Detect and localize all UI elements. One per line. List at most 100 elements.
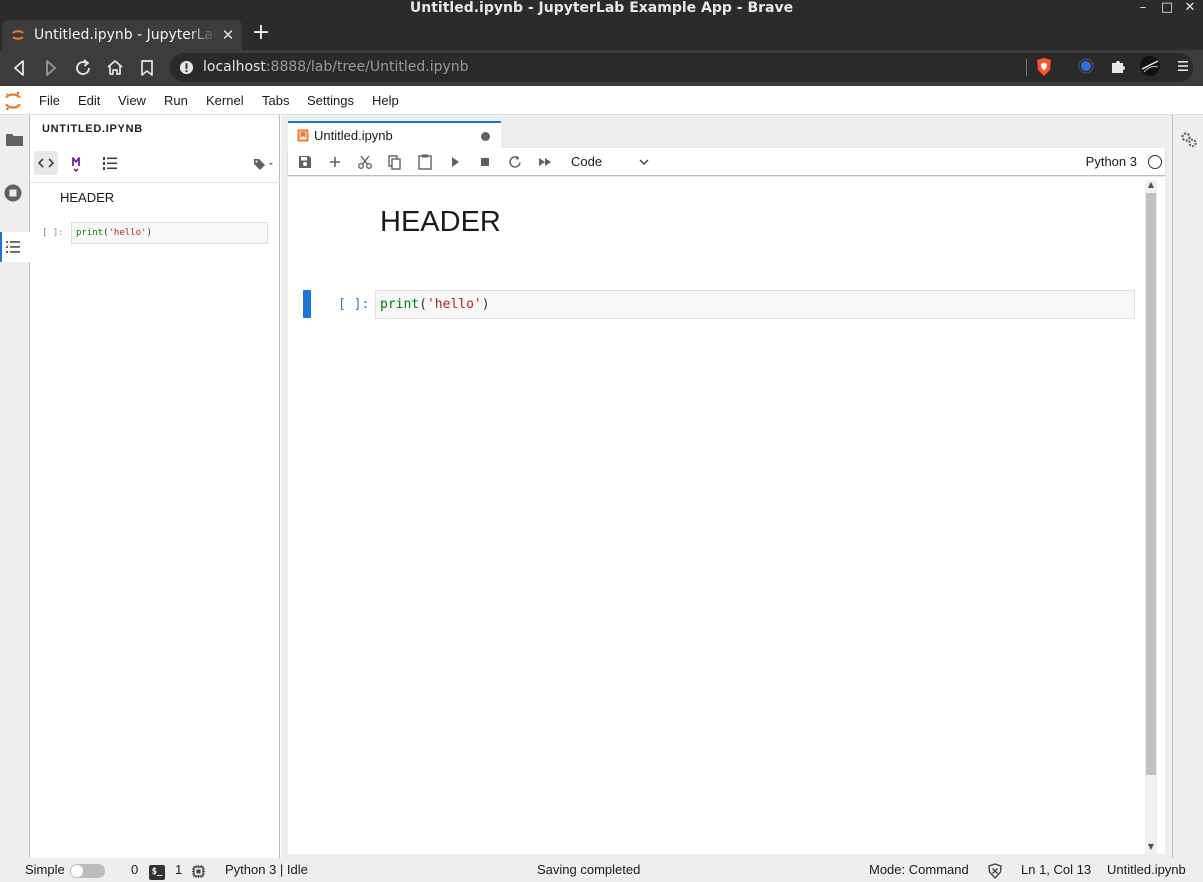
menu-view[interactable]: View: [118, 93, 146, 109]
code-cell-editor[interactable]: print('hello'): [375, 290, 1135, 319]
menu-run[interactable]: Run: [164, 93, 188, 109]
main-dock-area: Untitled.ipynb Code Python 3 HEADER []:…: [281, 115, 1172, 858]
running-sessions-tab[interactable]: [0, 179, 30, 209]
tag-icon: [254, 159, 273, 170]
trust-shield-icon[interactable]: [987, 863, 1003, 879]
profile-avatar[interactable]: [1139, 55, 1161, 77]
cell-type-dropdown[interactable]: Code: [571, 152, 651, 172]
menu-file[interactable]: File: [39, 93, 60, 109]
code-paren-open: (: [419, 297, 427, 312]
markdown-icon: [72, 157, 80, 173]
kernel-name[interactable]: Python 3: [1086, 154, 1137, 170]
reload-icon[interactable]: [71, 56, 95, 80]
fast-forward-icon[interactable]: [536, 153, 554, 171]
address-bar[interactable]: localhost:8888/lab/tree/Untitled.ipynb: [170, 53, 1193, 82]
close-window-button[interactable]: ✕: [1181, 0, 1199, 16]
scroll-down-icon[interactable]: ▼: [1147, 843, 1155, 851]
url-text[interactable]: localhost:8888/lab/tree/Untitled.ipynb: [203, 58, 469, 76]
site-info-icon[interactable]: [179, 60, 194, 75]
menu-tabs[interactable]: Tabs: [262, 93, 289, 109]
chevron-down-icon: [639, 159, 649, 165]
menu-settings[interactable]: Settings: [307, 93, 354, 109]
url-divider: [1026, 59, 1027, 76]
home-icon[interactable]: [103, 56, 127, 80]
kernel-status-text[interactable]: Python 3 | Idle: [225, 858, 308, 882]
toc-toolbar: [30, 145, 280, 183]
menu-help[interactable]: Help: [372, 93, 399, 109]
table-of-contents-tab[interactable]: [0, 232, 31, 262]
save-icon[interactable]: [296, 153, 314, 171]
active-cell-collapser[interactable]: [303, 290, 311, 318]
cell-type-value: Code: [571, 154, 603, 169]
copy-icon[interactable]: [386, 153, 404, 171]
table-of-contents-panel: UNTITLED.IPYNB HEADER []: print('hello'…: [30, 115, 280, 858]
left-activity-bar: [0, 115, 31, 858]
back-icon[interactable]: [7, 56, 31, 80]
browser-menu-icon[interactable]: [1173, 56, 1193, 76]
insert-cell-icon[interactable]: [326, 153, 344, 171]
window-titlebar: Untitled.ipynb - JupyterLab Example App …: [0, 0, 1203, 18]
kernel-count[interactable]: 1: [175, 858, 182, 882]
bookmark-icon[interactable]: [135, 56, 159, 80]
markdown-cell-heading[interactable]: HEADER: [380, 204, 501, 240]
file-browser-tab[interactable]: [0, 125, 30, 155]
url-path: :8888/lab/tree/Untitled.ipynb: [265, 59, 469, 75]
forward-icon[interactable]: [39, 56, 63, 80]
input-prompt: [ ]:: [338, 297, 370, 312]
menu-edit[interactable]: Edit: [78, 93, 100, 109]
terminal-icon[interactable]: $_: [149, 865, 165, 880]
browser-toolbar: localhost:8888/lab/tree/Untitled.ipynb: [0, 50, 1203, 86]
close-tab-icon[interactable]: ✕: [220, 26, 236, 44]
notebook-icon: [297, 129, 309, 142]
brave-shields-icon[interactable]: [1034, 57, 1054, 77]
kernel-idle-icon: [1148, 155, 1162, 169]
code-line: print('hello'): [380, 297, 490, 313]
toc-code-paren-close: ): [146, 228, 152, 238]
notebook-toolbar: Code Python 3: [288, 148, 1165, 176]
toc-code-fn: print: [76, 228, 104, 238]
toc-show-code-button[interactable]: [34, 151, 58, 175]
kernel-chip-icon[interactable]: [191, 864, 206, 879]
minimize-button[interactable]: –: [1134, 0, 1152, 16]
run-icon[interactable]: [446, 153, 464, 171]
menu-kernel[interactable]: Kernel: [206, 93, 244, 109]
property-inspector-gears-icon[interactable]: [1179, 130, 1199, 150]
toc-show-markdown-button[interactable]: [66, 151, 90, 175]
toc-code-string: 'hello': [108, 228, 147, 238]
notebook-cells: HEADER [ ]: print('hello') ▲ ▼: [288, 177, 1165, 854]
paste-icon[interactable]: [416, 153, 434, 171]
simple-mode-toggle[interactable]: [70, 864, 105, 878]
simple-mode-label: Simple: [25, 862, 65, 877]
toc-numbering-button[interactable]: [98, 151, 122, 175]
maximize-button[interactable]: □: [1158, 0, 1176, 16]
scroll-up-icon[interactable]: ▲: [1147, 181, 1155, 189]
cursor-position[interactable]: Ln 1, Col 13: [1021, 858, 1091, 882]
toc-entry-header[interactable]: HEADER: [60, 189, 114, 207]
cut-icon[interactable]: [356, 153, 374, 171]
scrollbar-thumb[interactable]: [1146, 193, 1156, 775]
toc-entry-code[interactable]: print('hello'): [71, 222, 268, 244]
jupyter-logo-icon: [5, 91, 21, 111]
code-paren-close: ): [481, 297, 490, 312]
browser-tab-label: Untitled.ipynb - JupyterLab Example App: [34, 27, 216, 43]
toc-tags-dropdown[interactable]: [250, 151, 278, 175]
extension-dot-icon[interactable]: [1076, 56, 1096, 76]
right-activity-bar: [1172, 115, 1203, 858]
restart-icon[interactable]: [506, 153, 524, 171]
numbered-list-icon: [103, 157, 117, 170]
folder-icon: [6, 134, 23, 146]
notebook-document-tab[interactable]: Untitled.ipynb: [288, 121, 501, 148]
terminal-count[interactable]: 0: [131, 858, 138, 882]
notebook-scrollbar[interactable]: ▲ ▼: [1145, 180, 1157, 854]
window-title: Untitled.ipynb - JupyterLab Example App …: [409, 0, 794, 16]
unsaved-indicator-icon[interactable]: [481, 132, 490, 141]
stop-circle-icon: [4, 184, 22, 202]
jupyter-favicon-icon: [12, 30, 24, 40]
interrupt-icon[interactable]: [476, 153, 494, 171]
extensions-puzzle-icon[interactable]: [1108, 56, 1128, 76]
new-tab-button[interactable]: +: [251, 22, 271, 44]
browser-tab-active[interactable]: Untitled.ipynb - JupyterLab Example App …: [2, 20, 242, 50]
toc-title: UNTITLED.IPYNB: [42, 123, 143, 135]
code-icon: [37, 158, 55, 168]
notebook-mode: Mode: Command: [869, 862, 969, 877]
